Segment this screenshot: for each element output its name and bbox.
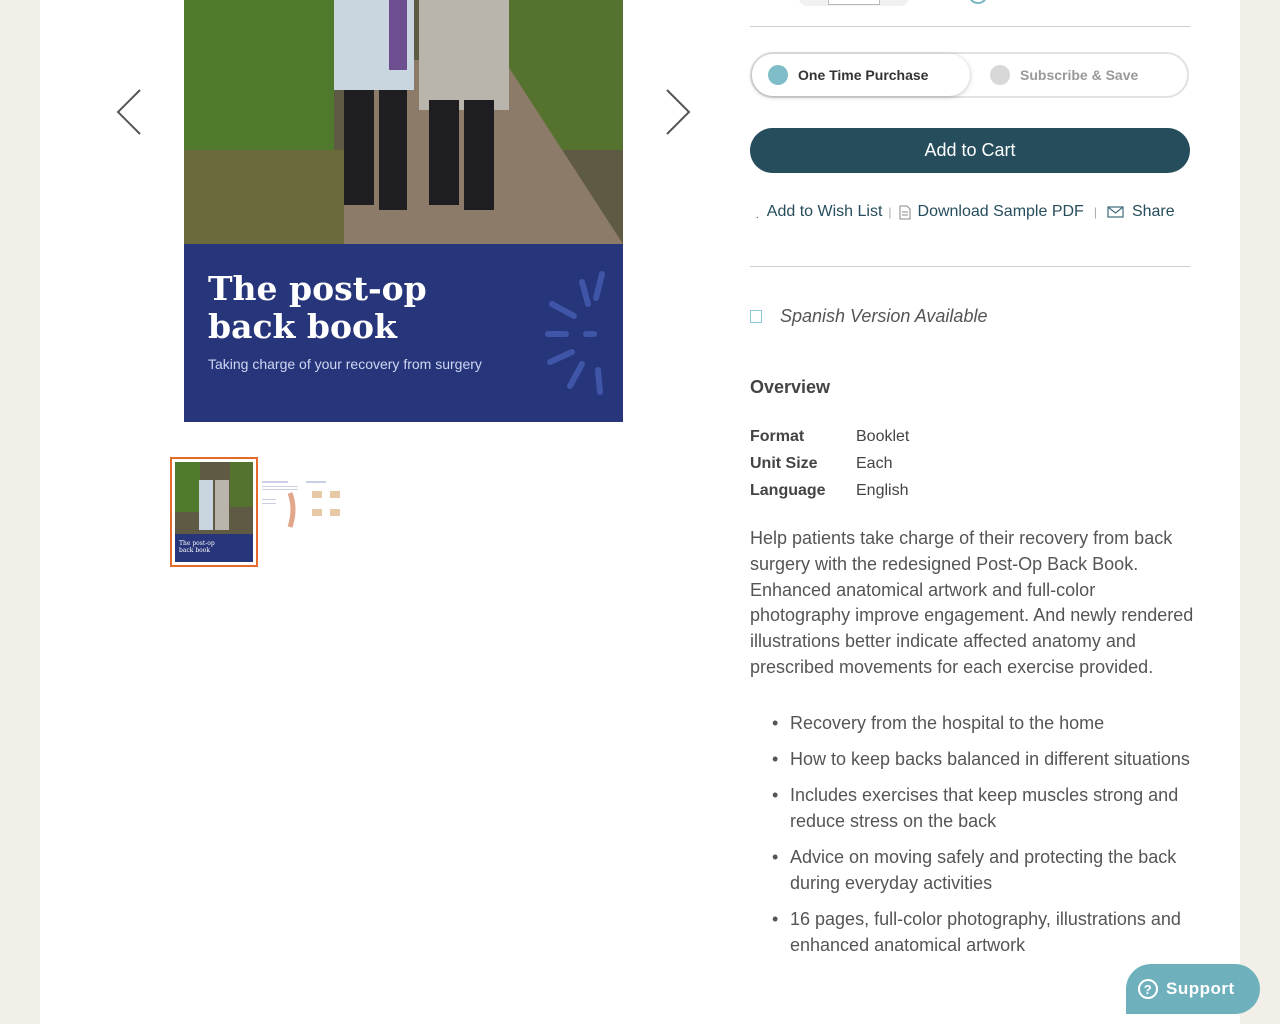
spanish-version-note[interactable]: Spanish Version Available (750, 305, 987, 327)
list-item: Advice on moving safely and protecting t… (772, 844, 1192, 896)
wishlist-icon: . (756, 209, 759, 221)
cover-title: The post-op back book (208, 269, 427, 346)
cover-band: The post-op back book Taking charge of y… (184, 244, 623, 422)
separator: | (1093, 205, 1097, 219)
product-description: Help patients take charge of their recov… (750, 528, 1194, 677)
chevron-right-icon (666, 89, 691, 135)
info-icon[interactable] (968, 0, 988, 4)
radio-unselected-icon (990, 65, 1010, 85)
share-link[interactable]: Share (1103, 203, 1175, 221)
inside-pages-image (260, 479, 348, 541)
add-to-wishlist-link[interactable]: Add to Wish List (767, 203, 883, 221)
quantity-row (750, 0, 1190, 27)
download-sample-pdf-link[interactable]: Download Sample PDF (898, 203, 1084, 221)
spec-value: Each (856, 455, 893, 472)
radio-selected-icon (768, 65, 788, 85)
list-item: Includes exercises that keep muscles str… (772, 782, 1192, 834)
one-time-purchase-option[interactable]: One Time Purchase (752, 54, 970, 96)
thumbnail-cover-image: The post-op back book (175, 462, 253, 562)
spec-row-format: Format Booklet (750, 428, 909, 455)
spanish-version-label: Spanish Version Available (780, 305, 988, 326)
envelope-icon (1107, 206, 1124, 218)
product-actions: . Add to Wish List | Download Sample PDF… (750, 200, 1190, 224)
cover-subtitle: Taking charge of your recovery from surg… (208, 356, 482, 372)
support-button[interactable]: ? Support (1126, 964, 1260, 1014)
question-icon: ? (1138, 979, 1158, 999)
spec-key: Format (750, 428, 805, 445)
document-icon (899, 205, 911, 219)
list-item: How to keep backs balanced in different … (772, 746, 1192, 772)
thumbnail-title: The post-op back book (179, 540, 215, 554)
list-item: 16 pages, full-color photography, illust… (772, 906, 1192, 958)
spec-key: Language (750, 482, 826, 499)
share-label: Share (1131, 203, 1175, 220)
list-item: Recovery from the hospital to the home (772, 710, 1192, 736)
product-page: The post-op back book Taking charge of y… (40, 0, 1240, 1024)
subscribe-save-label: Subscribe & Save (1020, 67, 1139, 83)
spec-value: Booklet (856, 428, 910, 445)
feature-list: Recovery from the hospital to the home H… (772, 710, 1192, 968)
purchase-type-toggle: One Time Purchase Subscribe & Save (750, 52, 1189, 98)
cover-photo (184, 0, 623, 244)
thumbnail-strip: The post-op back book (170, 457, 360, 567)
subscribe-save-option[interactable]: Subscribe & Save (974, 54, 1188, 96)
support-label: Support (1166, 979, 1235, 998)
quantity-input[interactable] (828, 0, 880, 5)
gallery-next-button[interactable] (657, 82, 697, 142)
burst-graphic (545, 271, 605, 395)
spec-key: Unit Size (750, 455, 818, 472)
spec-row-language: Language English (750, 482, 909, 509)
one-time-purchase-label: One Time Purchase (798, 67, 929, 83)
spec-row-unit-size: Unit Size Each (750, 455, 909, 482)
spec-value: English (856, 482, 909, 499)
thumbnail-photo (175, 462, 253, 534)
thumbnail-inside-pages[interactable] (260, 479, 348, 541)
overview-heading: Overview (750, 377, 831, 397)
divider (750, 266, 1190, 267)
separator: | (888, 205, 892, 219)
chevron-left-icon (116, 89, 141, 135)
add-to-cart-button[interactable]: Add to Cart (750, 128, 1190, 173)
gallery-prev-button[interactable] (110, 82, 150, 142)
download-sample-pdf-label: Download Sample PDF (917, 203, 1084, 220)
thumbnail-cover[interactable]: The post-op back book (170, 457, 258, 567)
product-main-image: The post-op back book Taking charge of y… (184, 0, 623, 422)
checkbox-icon (750, 309, 762, 323)
thumbnail-band: The post-op back book (175, 534, 253, 562)
spec-table: Format Booklet Unit Size Each Language E… (750, 428, 909, 509)
